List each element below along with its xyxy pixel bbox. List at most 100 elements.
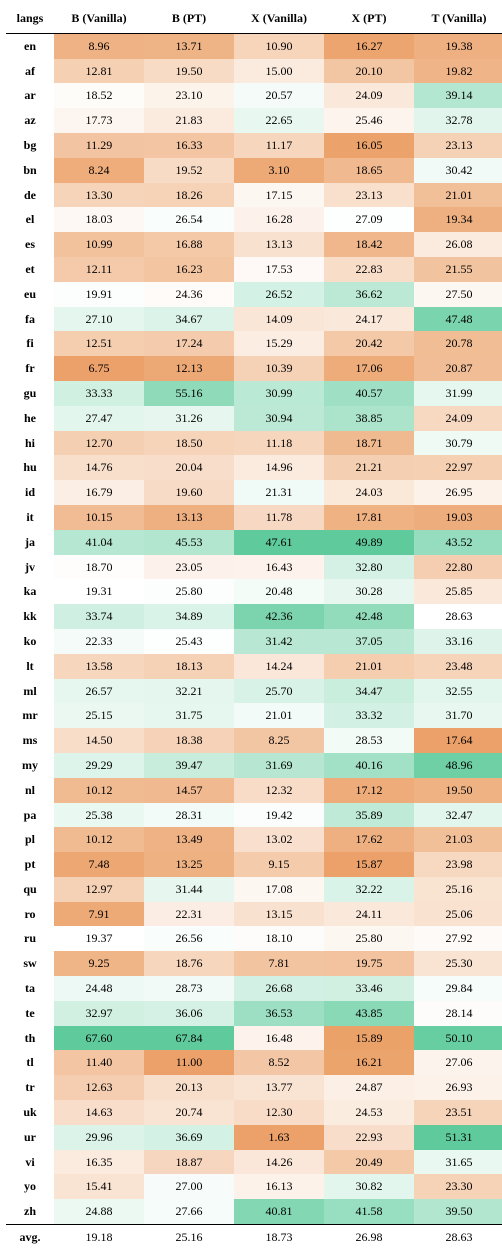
value-cell: 41.04 [54,530,144,555]
table-row: ar18.5223.1020.5724.0939.14 [6,83,502,108]
value-cell: 18.13 [144,654,234,679]
value-cell: 25.16 [144,1225,234,1250]
value-cell: 18.42 [324,232,414,257]
lang-cell: kk [6,604,54,629]
col-langs: langs [6,4,54,33]
value-cell: 19.91 [54,282,144,307]
value-cell: 30.28 [324,579,414,604]
value-cell: 19.50 [144,59,234,84]
lang-cell: fr [6,356,54,381]
value-cell: 21.55 [414,257,502,282]
value-cell: 24.87 [324,1075,414,1100]
table-row: zh24.8827.6640.8141.5839.50 [6,1199,502,1224]
value-cell: 8.24 [54,158,144,183]
value-cell: 10.39 [234,356,324,381]
table-row: nl10.1214.5712.3217.1219.50 [6,778,502,803]
value-cell: 14.96 [234,455,324,480]
table-row: eu19.9124.3626.5236.6227.50 [6,282,502,307]
value-cell: 10.90 [234,33,324,58]
value-cell: 19.82 [414,59,502,84]
value-cell: 25.43 [144,629,234,654]
value-cell: 29.84 [414,976,502,1001]
value-cell: 41.58 [324,1199,414,1224]
value-cell: 23.05 [144,555,234,580]
value-cell: 21.31 [234,480,324,505]
table-row: ml26.5732.2125.7034.4732.55 [6,679,502,704]
value-cell: 24.88 [54,1199,144,1224]
value-cell: 25.46 [324,108,414,133]
lang-cell: mr [6,703,54,728]
value-cell: 10.99 [54,232,144,257]
value-cell: 17.24 [144,331,234,356]
table-row: my29.2939.4731.6940.1648.96 [6,753,502,778]
table-row: kk33.7434.8942.3642.4828.63 [6,604,502,629]
table-row: qu12.9731.4417.0832.2225.16 [6,877,502,902]
value-cell: 14.63 [54,1100,144,1125]
value-cell: 16.88 [144,232,234,257]
value-cell: 12.32 [234,778,324,803]
value-cell: 16.28 [234,207,324,232]
value-cell: 31.26 [144,406,234,431]
value-cell: 20.13 [144,1075,234,1100]
value-cell: 20.74 [144,1100,234,1125]
table-row: az17.7321.8322.6525.4632.78 [6,108,502,133]
value-cell: 25.85 [414,579,502,604]
value-cell: 26.56 [144,926,234,951]
value-cell: 31.70 [414,703,502,728]
value-cell: 23.98 [414,852,502,877]
value-cell: 32.80 [324,555,414,580]
lang-cell: pl [6,827,54,852]
value-cell: 11.29 [54,133,144,158]
value-cell: 24.36 [144,282,234,307]
value-cell: 38.85 [324,406,414,431]
value-cell: 9.25 [54,951,144,976]
lang-cell: ko [6,629,54,654]
value-cell: 9.15 [234,852,324,877]
value-cell: 14.50 [54,728,144,753]
lang-cell: es [6,232,54,257]
value-cell: 30.42 [414,158,502,183]
value-cell: 31.42 [234,629,324,654]
table-row: ur29.9636.691.6322.9351.31 [6,1125,502,1150]
value-cell: 17.06 [324,356,414,381]
value-cell: 20.49 [324,1150,414,1175]
value-cell: 33.46 [324,976,414,1001]
value-cell: 27.50 [414,282,502,307]
value-cell: 3.10 [234,158,324,183]
value-cell: 28.31 [144,803,234,828]
lang-cell: fa [6,307,54,332]
value-cell: 28.63 [414,604,502,629]
value-cell: 20.10 [324,59,414,84]
value-cell: 22.93 [324,1125,414,1150]
value-cell: 6.75 [54,356,144,381]
value-cell: 17.81 [324,505,414,530]
value-cell: 29.29 [54,753,144,778]
value-cell: 16.27 [324,33,414,58]
value-cell: 24.53 [324,1100,414,1125]
value-cell: 27.00 [144,1174,234,1199]
heatmap-table: langs B (Vanilla) B (PT) X (Vanilla) X (… [6,4,502,1250]
lang-cell: el [6,207,54,232]
lang-cell: it [6,505,54,530]
table-row: ko22.3325.4331.4237.0533.16 [6,629,502,654]
lang-cell: id [6,480,54,505]
value-cell: 13.71 [144,33,234,58]
value-cell: 67.60 [54,1026,144,1051]
table-row: ka19.3125.8020.4830.2825.85 [6,579,502,604]
value-cell: 14.26 [234,1150,324,1175]
value-cell: 14.09 [234,307,324,332]
value-cell: 27.10 [54,307,144,332]
value-cell: 11.00 [144,1050,234,1075]
value-cell: 13.25 [144,852,234,877]
value-cell: 40.16 [324,753,414,778]
value-cell: 37.05 [324,629,414,654]
value-cell: 25.80 [144,579,234,604]
lang-cell: hu [6,455,54,480]
value-cell: 21.21 [324,455,414,480]
value-cell: 28.14 [414,1001,502,1026]
lang-cell: bg [6,133,54,158]
value-cell: 43.85 [324,1001,414,1026]
value-cell: 20.48 [234,579,324,604]
value-cell: 24.03 [324,480,414,505]
col-b-van: B (Vanilla) [54,4,144,33]
